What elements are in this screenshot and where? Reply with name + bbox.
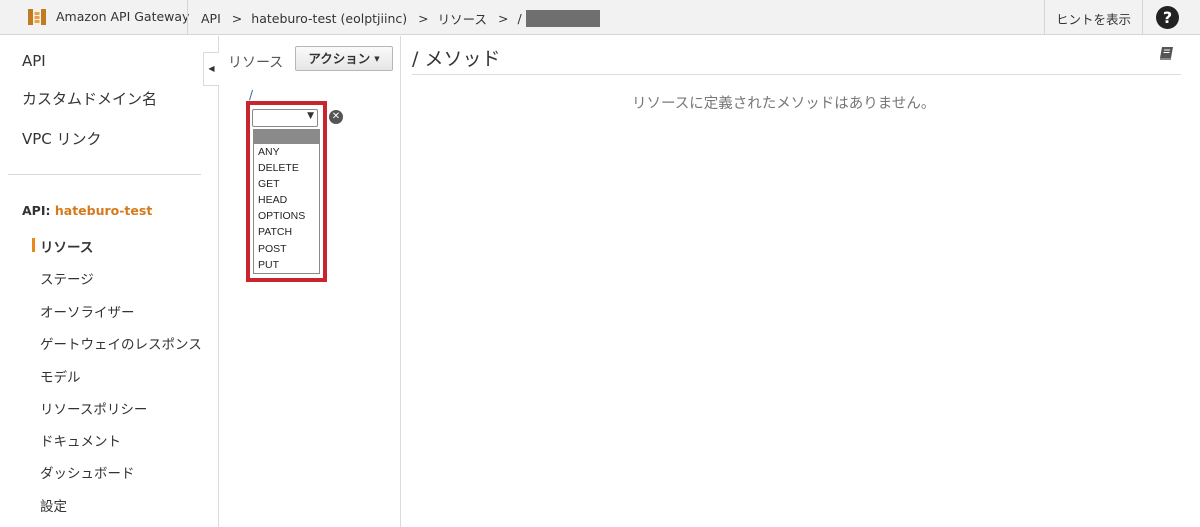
- sidebar-item-authorizers[interactable]: オーソライザー: [40, 301, 135, 321]
- breadcrumb-root-path: /: [517, 11, 522, 26]
- api-gateway-logo-icon[interactable]: [26, 6, 48, 28]
- active-indicator: [32, 238, 35, 252]
- sidebar: API カスタムドメイン名 VPC リンク API: hateburo-test…: [0, 36, 219, 527]
- sidebar-item-models[interactable]: モデル: [40, 366, 81, 386]
- actions-button[interactable]: アクション ▼: [295, 46, 393, 71]
- sidebar-item-resources[interactable]: リソース: [40, 236, 93, 256]
- dropdown-option-post[interactable]: POST: [254, 241, 319, 257]
- dropdown-option-blank[interactable]: [254, 130, 319, 144]
- chevron-down-icon: ▼: [307, 111, 314, 121]
- dropdown-option-patch[interactable]: PATCH: [254, 224, 319, 240]
- dropdown-option-get[interactable]: GET: [254, 176, 319, 192]
- sidebar-item-resource-policy[interactable]: リソースポリシー: [40, 398, 147, 418]
- dropdown-option-put[interactable]: PUT: [254, 257, 319, 273]
- divider: [1044, 0, 1045, 35]
- api-name[interactable]: hateburo-test: [55, 203, 152, 218]
- sidebar-item-custom-domain[interactable]: カスタムドメイン名: [22, 88, 157, 109]
- divider: [187, 0, 188, 35]
- breadcrumb-separator: >: [418, 11, 429, 26]
- page-title: / メソッド: [412, 48, 501, 70]
- caret-down-icon: ▼: [374, 55, 380, 63]
- resource-root-link[interactable]: /: [249, 88, 253, 102]
- dropdown-option-head[interactable]: HEAD: [254, 192, 319, 208]
- sidebar-item-stages[interactable]: ステージ: [40, 268, 94, 288]
- breadcrumb-separator: >: [498, 11, 509, 26]
- breadcrumb-api[interactable]: API: [201, 11, 221, 26]
- sidebar-item-settings[interactable]: 設定: [40, 495, 67, 515]
- http-method-select[interactable]: ▼: [252, 109, 318, 127]
- remove-circle-icon[interactable]: ✕: [329, 110, 343, 124]
- sidebar-item-gateway-responses[interactable]: ゲートウェイのレスポンス: [40, 333, 202, 353]
- resources-label: リソース: [228, 55, 284, 71]
- sidebar-item-documentation[interactable]: ドキュメント: [40, 430, 121, 450]
- redacted-block: [525, 10, 600, 27]
- divider: [1142, 0, 1143, 35]
- breadcrumb-separator: >: [231, 11, 243, 26]
- api-prefix: API:: [22, 203, 51, 218]
- actions-button-label: アクション: [308, 51, 371, 66]
- breadcrumb-api-name[interactable]: hateburo-test (eolptjiinc): [251, 11, 407, 26]
- dropdown-option-options[interactable]: OPTIONS: [254, 208, 319, 224]
- help-circle-icon[interactable]: ?: [1156, 6, 1179, 29]
- resources-panel: リソース アクション ▼ / ▼ ✕ ANY DELETE GET HEAD OP…: [220, 36, 401, 527]
- http-method-dropdown-list: ANY DELETE GET HEAD OPTIONS PATCH POST P…: [253, 129, 320, 274]
- dropdown-option-any[interactable]: ANY: [254, 144, 319, 160]
- book-icon[interactable]: [1159, 46, 1175, 61]
- breadcrumb-resources[interactable]: リソース: [438, 9, 487, 28]
- brand-name[interactable]: Amazon API Gateway: [56, 9, 189, 24]
- divider: [412, 74, 1181, 75]
- sidebar-item-api[interactable]: API: [22, 52, 46, 70]
- empty-methods-message: リソースに定義されたメソッドはありません。: [632, 96, 936, 112]
- api-heading: API: hateburo-test: [22, 203, 152, 218]
- dropdown-option-delete[interactable]: DELETE: [254, 160, 319, 176]
- breadcrumb: API > hateburo-test (eolptjiinc) > リソース …: [201, 9, 600, 28]
- show-hints-button[interactable]: ヒントを表示: [1056, 9, 1131, 28]
- divider: [8, 174, 201, 175]
- top-bar: Amazon API Gateway API > hateburo-test (…: [0, 0, 1200, 35]
- collapse-sidebar-icon[interactable]: ◀: [203, 52, 219, 86]
- sidebar-item-dashboard[interactable]: ダッシュボード: [40, 462, 135, 482]
- sidebar-item-vpc-link[interactable]: VPC リンク: [22, 128, 102, 149]
